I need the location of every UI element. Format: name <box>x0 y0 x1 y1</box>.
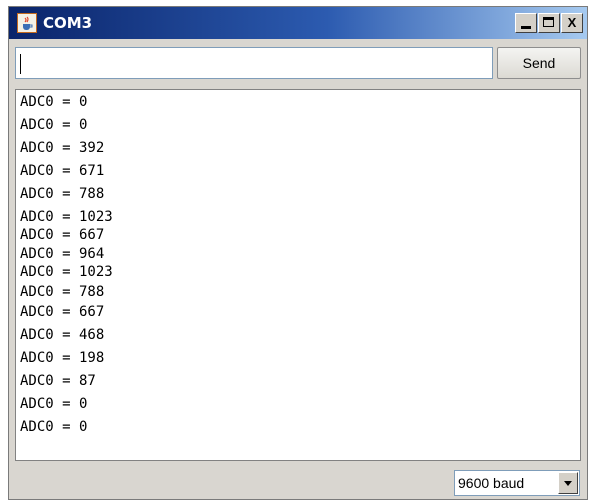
output-line: ADC0 = 1023 <box>20 264 113 280</box>
maximize-button[interactable] <box>538 13 560 33</box>
output-line: ADC0 = 0 <box>20 396 88 412</box>
java-cup-icon <box>17 13 37 33</box>
output-line: ADC0 = 0 <box>20 419 88 435</box>
dropdown-button[interactable] <box>558 472 578 494</box>
output-line: ADC0 = 198 <box>20 350 105 366</box>
output-line: ADC0 = 468 <box>20 327 105 343</box>
serial-input-container <box>15 47 493 79</box>
output-line: ADC0 = 392 <box>20 140 105 156</box>
output-line: ADC0 = 671 <box>20 163 105 179</box>
maximize-icon <box>543 17 554 27</box>
baud-rate-select[interactable]: 9600 baud <box>454 470 580 496</box>
output-line: ADC0 = 667 <box>20 227 105 243</box>
text-caret <box>20 54 21 74</box>
close-button[interactable]: X <box>561 13 583 33</box>
output-line: ADC0 = 0 <box>20 94 88 110</box>
output-line: ADC0 = 788 <box>20 186 105 202</box>
output-line: ADC0 = 964 <box>20 246 105 262</box>
output-line: ADC0 = 87 <box>20 373 96 389</box>
output-line: ADC0 = 1023 <box>20 209 113 225</box>
serial-output[interactable]: ADC0 = 0 ADC0 = 0 ADC0 = 392 ADC0 = 671 … <box>15 89 581 461</box>
window-title: COM3 <box>43 14 93 32</box>
title-bar[interactable]: COM3 X <box>9 7 587 39</box>
output-line: ADC0 = 788 <box>20 284 105 300</box>
serial-monitor-window: COM3 X Send ADC0 = 0 ADC0 = 0 ADC0 = 392… <box>8 6 588 500</box>
serial-input[interactable] <box>16 48 492 78</box>
output-line: ADC0 = 0 <box>20 117 88 133</box>
minimize-icon <box>521 26 531 29</box>
output-line: ADC0 = 667 <box>20 304 105 320</box>
minimize-button[interactable] <box>515 13 537 33</box>
close-icon: X <box>567 15 577 30</box>
send-button[interactable]: Send <box>497 47 581 79</box>
baud-rate-value: 9600 baud <box>458 475 525 491</box>
chevron-down-icon <box>564 481 572 486</box>
